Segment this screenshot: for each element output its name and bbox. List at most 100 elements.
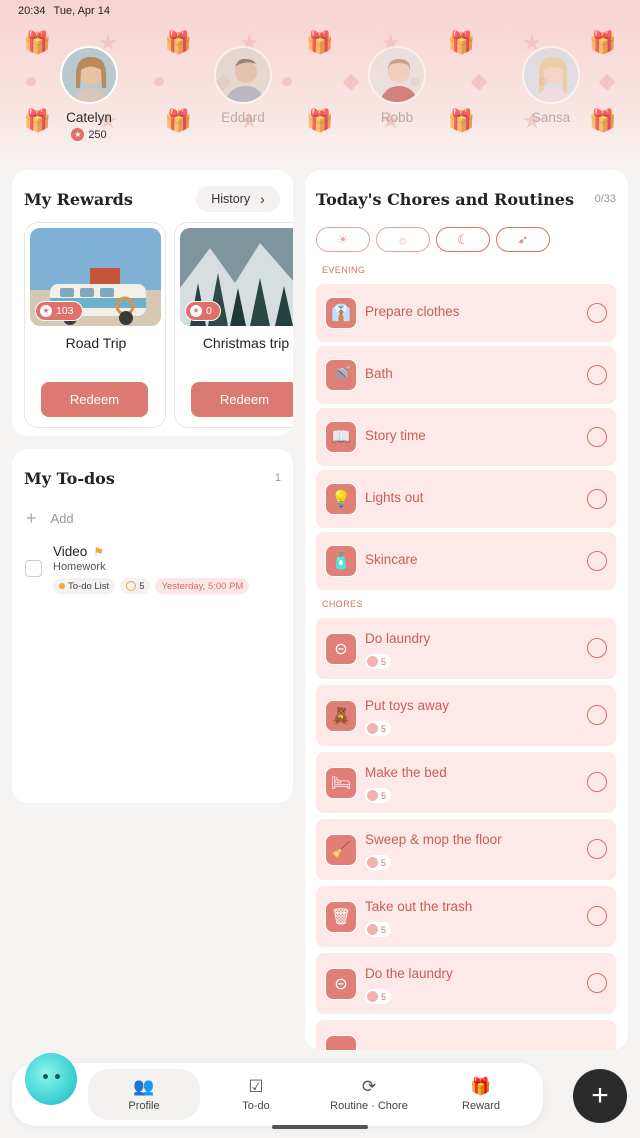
plus-icon: + xyxy=(26,508,37,528)
nav-todo[interactable]: ☑ To-do xyxy=(200,1069,312,1120)
assistant-mascot-icon[interactable] xyxy=(25,1053,77,1105)
chore-complete-toggle[interactable] xyxy=(587,638,607,658)
chore-complete-toggle[interactable] xyxy=(587,303,607,323)
todos-title: My To-dos xyxy=(24,469,115,488)
reward-image: ★ 103 xyxy=(30,228,161,326)
people-icon: 👥 xyxy=(133,1077,155,1096)
section-evening: EVENING xyxy=(322,265,366,275)
chores-card: Today's Chores and Routines 0/33 ☀ ☼ ☾ ➶… xyxy=(305,170,628,1050)
reward-points: 103 xyxy=(56,305,74,317)
add-todo-button[interactable]: + Add xyxy=(26,508,74,529)
chore-item[interactable]: 🧹 Sweep & mop the floor 5 xyxy=(316,819,616,880)
moon-icon: ☾ xyxy=(457,231,469,247)
reward-points-badge: ★ 0 xyxy=(185,301,221,321)
chore-item[interactable]: 🛏 Make the bed 5 xyxy=(316,752,616,813)
points-tag-value: 5 xyxy=(139,580,145,592)
chore-name: Make the bed xyxy=(365,765,447,780)
checkbox-icon: ☑ xyxy=(248,1077,264,1096)
book-icon: 📖 xyxy=(325,421,357,453)
profile-points: ★ 250 xyxy=(29,128,149,141)
chore-points: 5 xyxy=(365,788,392,803)
star-icon: ★ xyxy=(71,128,85,141)
status-date: Tue, Apr 14 xyxy=(53,5,110,17)
list-tag-label: To-do List xyxy=(68,580,110,592)
history-label: History xyxy=(211,192,251,206)
reward-points: 0 xyxy=(206,305,212,317)
star-icon xyxy=(367,991,378,1002)
washing-machine-icon: ⊝ xyxy=(325,968,357,1000)
star-icon xyxy=(126,581,137,591)
reward-tile[interactable]: ★ 103 Road Trip Redeem xyxy=(24,222,166,428)
points-tag: 5 xyxy=(120,578,151,594)
chevron-right-icon: › xyxy=(260,191,265,207)
period-tabs: ☀ ☼ ☾ ➶ xyxy=(316,227,550,252)
tab-evening[interactable]: ☾ xyxy=(436,227,490,252)
chore-item[interactable]: ⊝ Do laundry 5 xyxy=(316,618,616,679)
profile-catelyn[interactable]: Catelyn ★ 250 xyxy=(29,46,149,141)
history-button[interactable]: History › xyxy=(196,186,280,212)
rewards-card: My Rewards History › ★ 103 Road Trip Red… xyxy=(12,170,293,436)
chore-complete-toggle[interactable] xyxy=(587,839,607,859)
chore-name: Sweep & mop the floor xyxy=(365,832,502,847)
chore-complete-toggle[interactable] xyxy=(587,427,607,447)
tab-morning[interactable]: ☀ xyxy=(316,227,370,252)
chore-complete-toggle[interactable] xyxy=(587,489,607,509)
chore-complete-toggle[interactable] xyxy=(587,551,607,571)
status-bar: 20:34 Tue, Apr 14 xyxy=(18,5,110,17)
redeem-button[interactable]: Redeem xyxy=(191,382,293,417)
chore-complete-toggle[interactable] xyxy=(587,705,607,725)
list-tag: To-do List xyxy=(53,578,116,594)
chore-item-partial[interactable] xyxy=(316,1020,616,1050)
nav-profile-label: Profile xyxy=(128,1100,160,1112)
nav-routine-chore[interactable]: ⟳ Routine · Chore xyxy=(313,1069,425,1120)
reward-tile[interactable]: ★ 0 Christmas trip Redeem xyxy=(174,222,293,428)
chore-item[interactable]: 🗑 Take out the trash 5 xyxy=(316,886,616,947)
nav-reward-label: Reward xyxy=(462,1100,500,1112)
add-fab-button[interactable]: + xyxy=(573,1069,627,1123)
avatar xyxy=(368,46,426,104)
lotion-icon: 🧴 xyxy=(325,545,357,577)
chore-points: 5 xyxy=(365,855,392,870)
star-icon xyxy=(367,924,378,935)
chore-complete-toggle[interactable] xyxy=(587,973,607,993)
chore-item[interactable]: ⊝ Do the laundry 5 xyxy=(316,953,616,1014)
avatar xyxy=(522,46,580,104)
points-value: 250 xyxy=(88,128,107,141)
nav-routine-label: Routine · Chore xyxy=(330,1100,408,1112)
chore-name: Do the laundry xyxy=(365,966,453,981)
profile-eddard[interactable]: Eddard xyxy=(183,46,303,125)
tab-anytime[interactable]: ➶ xyxy=(496,227,550,252)
flag-icon: ⚑ xyxy=(93,544,105,559)
chore-name: Story time xyxy=(365,428,426,443)
status-time: 20:34 xyxy=(18,5,46,17)
chore-item[interactable]: 🧸 Put toys away 5 xyxy=(316,685,616,746)
nav-profile[interactable]: 👥 Profile xyxy=(88,1069,200,1120)
chore-name: Do laundry xyxy=(365,631,431,646)
chore-name: Bath xyxy=(365,366,393,381)
chore-complete-toggle[interactable] xyxy=(587,772,607,792)
nav-todo-label: To-do xyxy=(242,1100,270,1112)
list-dot-icon xyxy=(59,583,65,589)
chore-item[interactable]: 🚿 Bath xyxy=(316,346,616,404)
nav-reward[interactable]: 🎁 Reward xyxy=(425,1069,537,1120)
reward-name: Christmas trip xyxy=(202,335,290,351)
chore-item[interactable]: 👔 Prepare clothes xyxy=(316,284,616,342)
redeem-button[interactable]: Redeem xyxy=(41,382,148,417)
todo-subtitle: Homework xyxy=(53,561,106,573)
chore-item[interactable]: 📖 Story time xyxy=(316,408,616,466)
sun-icon: ☼ xyxy=(397,232,409,247)
chore-points-value: 5 xyxy=(381,991,387,1002)
profile-name: Sansa xyxy=(531,110,571,125)
chore-complete-toggle[interactable] xyxy=(587,906,607,926)
chore-item[interactable]: 🧴 Skincare xyxy=(316,532,616,590)
tab-afternoon[interactable]: ☼ xyxy=(376,227,430,252)
chore-points: 5 xyxy=(365,654,392,669)
plus-icon: + xyxy=(591,1079,609,1112)
chore-complete-toggle[interactable] xyxy=(587,365,607,385)
reward-image: ★ 0 xyxy=(180,228,293,326)
todo-item[interactable]: Video ⚑ Homework To-do List 5 Yesterday,… xyxy=(24,542,284,602)
chore-item[interactable]: 💡 Lights out xyxy=(316,470,616,528)
todo-checkbox[interactable] xyxy=(25,560,42,577)
profile-robb[interactable]: Robb xyxy=(337,46,457,125)
profile-sansa[interactable]: Sansa xyxy=(491,46,611,125)
